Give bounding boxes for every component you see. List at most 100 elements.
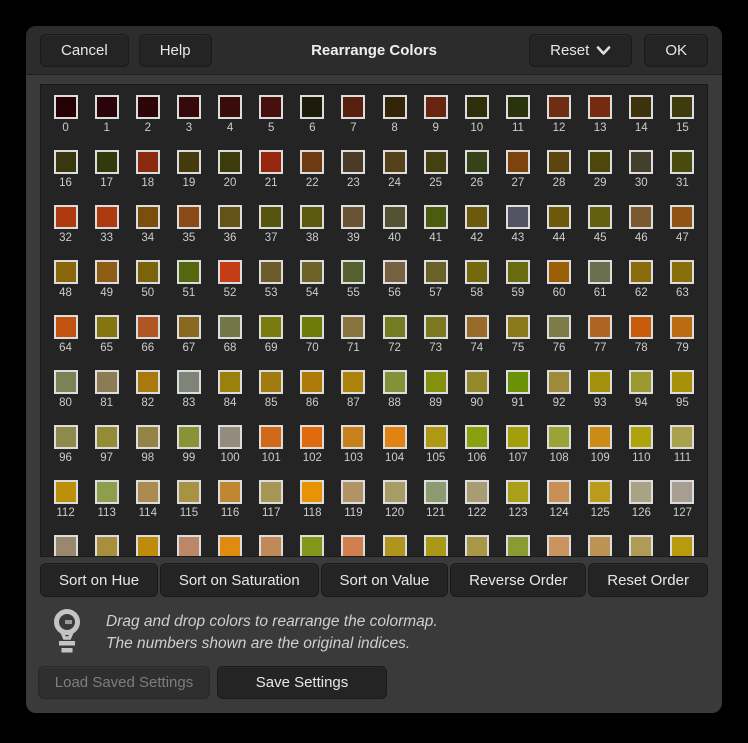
palette-swatch-98[interactable] [136, 425, 160, 449]
palette-swatch-97[interactable] [95, 425, 119, 449]
palette-swatch-54[interactable] [300, 260, 324, 284]
palette-swatch-135[interactable] [341, 535, 365, 557]
palette-swatch-75[interactable] [506, 315, 530, 339]
palette-swatch-127[interactable] [670, 480, 694, 504]
palette-swatch-142[interactable] [629, 535, 653, 557]
palette-swatch-13[interactable] [588, 95, 612, 119]
palette-swatch-70[interactable] [300, 315, 324, 339]
palette-swatch-20[interactable] [218, 150, 242, 174]
palette-swatch-112[interactable] [54, 480, 78, 504]
palette-swatch-33[interactable] [95, 205, 119, 229]
palette-swatch-111[interactable] [670, 425, 694, 449]
palette-swatch-132[interactable] [218, 535, 242, 557]
palette-swatch-114[interactable] [136, 480, 160, 504]
palette-swatch-90[interactable] [465, 370, 489, 394]
palette-swatch-92[interactable] [547, 370, 571, 394]
palette-swatch-64[interactable] [54, 315, 78, 339]
reset-dropdown-button[interactable]: Reset [529, 34, 632, 67]
palette-swatch-125[interactable] [588, 480, 612, 504]
palette-swatch-138[interactable] [465, 535, 489, 557]
palette-swatch-86[interactable] [300, 370, 324, 394]
palette-swatch-23[interactable] [341, 150, 365, 174]
palette-swatch-82[interactable] [136, 370, 160, 394]
colormap-panel[interactable]: 0123456789101112131415161718192021222324… [40, 84, 708, 557]
palette-swatch-60[interactable] [547, 260, 571, 284]
palette-swatch-11[interactable] [506, 95, 530, 119]
palette-swatch-7[interactable] [341, 95, 365, 119]
palette-swatch-3[interactable] [177, 95, 201, 119]
palette-swatch-99[interactable] [177, 425, 201, 449]
palette-swatch-35[interactable] [177, 205, 201, 229]
palette-swatch-141[interactable] [588, 535, 612, 557]
palette-swatch-115[interactable] [177, 480, 201, 504]
palette-swatch-72[interactable] [383, 315, 407, 339]
palette-swatch-31[interactable] [670, 150, 694, 174]
palette-swatch-2[interactable] [136, 95, 160, 119]
sort-on-saturation-button[interactable]: Sort on Saturation [160, 563, 319, 597]
palette-swatch-83[interactable] [177, 370, 201, 394]
palette-swatch-9[interactable] [424, 95, 448, 119]
reset-order-button[interactable]: Reset Order [588, 563, 708, 597]
palette-swatch-94[interactable] [629, 370, 653, 394]
palette-swatch-68[interactable] [218, 315, 242, 339]
palette-swatch-76[interactable] [547, 315, 571, 339]
palette-swatch-21[interactable] [259, 150, 283, 174]
palette-swatch-85[interactable] [259, 370, 283, 394]
palette-swatch-14[interactable] [629, 95, 653, 119]
palette-swatch-56[interactable] [383, 260, 407, 284]
palette-swatch-106[interactable] [465, 425, 489, 449]
palette-swatch-67[interactable] [177, 315, 201, 339]
palette-swatch-17[interactable] [95, 150, 119, 174]
palette-swatch-47[interactable] [670, 205, 694, 229]
palette-swatch-107[interactable] [506, 425, 530, 449]
palette-swatch-121[interactable] [424, 480, 448, 504]
palette-swatch-0[interactable] [54, 95, 78, 119]
palette-swatch-37[interactable] [259, 205, 283, 229]
palette-swatch-19[interactable] [177, 150, 201, 174]
palette-swatch-63[interactable] [670, 260, 694, 284]
palette-swatch-139[interactable] [506, 535, 530, 557]
palette-swatch-26[interactable] [465, 150, 489, 174]
palette-swatch-77[interactable] [588, 315, 612, 339]
ok-button[interactable]: OK [644, 34, 708, 67]
palette-swatch-10[interactable] [465, 95, 489, 119]
palette-swatch-40[interactable] [383, 205, 407, 229]
palette-swatch-91[interactable] [506, 370, 530, 394]
palette-swatch-8[interactable] [383, 95, 407, 119]
palette-swatch-30[interactable] [629, 150, 653, 174]
palette-swatch-103[interactable] [341, 425, 365, 449]
palette-swatch-44[interactable] [547, 205, 571, 229]
palette-swatch-57[interactable] [424, 260, 448, 284]
load-saved-settings-button[interactable]: Load Saved Settings [38, 666, 210, 699]
palette-swatch-122[interactable] [465, 480, 489, 504]
palette-swatch-48[interactable] [54, 260, 78, 284]
help-button[interactable]: Help [139, 34, 212, 67]
palette-swatch-110[interactable] [629, 425, 653, 449]
palette-swatch-96[interactable] [54, 425, 78, 449]
palette-swatch-120[interactable] [383, 480, 407, 504]
palette-swatch-109[interactable] [588, 425, 612, 449]
palette-swatch-102[interactable] [300, 425, 324, 449]
palette-swatch-34[interactable] [136, 205, 160, 229]
palette-swatch-61[interactable] [588, 260, 612, 284]
palette-swatch-128[interactable] [54, 535, 78, 557]
palette-swatch-95[interactable] [670, 370, 694, 394]
palette-swatch-117[interactable] [259, 480, 283, 504]
sort-on-value-button[interactable]: Sort on Value [321, 563, 449, 597]
palette-swatch-15[interactable] [670, 95, 694, 119]
palette-swatch-58[interactable] [465, 260, 489, 284]
palette-swatch-124[interactable] [547, 480, 571, 504]
palette-swatch-27[interactable] [506, 150, 530, 174]
palette-swatch-133[interactable] [259, 535, 283, 557]
palette-swatch-88[interactable] [383, 370, 407, 394]
palette-swatch-89[interactable] [424, 370, 448, 394]
palette-swatch-93[interactable] [588, 370, 612, 394]
palette-swatch-74[interactable] [465, 315, 489, 339]
palette-swatch-104[interactable] [383, 425, 407, 449]
palette-swatch-100[interactable] [218, 425, 242, 449]
palette-swatch-1[interactable] [95, 95, 119, 119]
palette-swatch-18[interactable] [136, 150, 160, 174]
palette-swatch-43[interactable] [506, 205, 530, 229]
palette-swatch-59[interactable] [506, 260, 530, 284]
palette-swatch-69[interactable] [259, 315, 283, 339]
